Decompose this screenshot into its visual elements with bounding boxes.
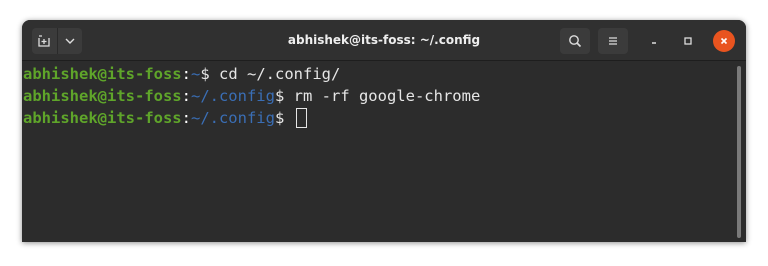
terminal-output[interactable]: abhishek@its-foss:~$ cd ~/.config/ abhis… [22,61,746,242]
text-cursor [295,108,307,128]
hamburger-menu-icon [609,37,617,45]
scrollbar[interactable] [737,66,741,238]
prompt-path: ~/.config [190,109,275,127]
prompt-user: abhishek@its-foss [23,65,182,83]
close-icon [720,37,728,45]
prompt-dollar: $ [200,65,219,83]
prompt-user: abhishek@its-foss [23,109,182,127]
menu-button[interactable] [598,28,628,54]
close-button[interactable] [713,30,735,52]
minimize-icon [652,42,656,44]
terminal-line: abhishek@its-foss:~$ cd ~/.config/ [23,63,746,85]
prompt-path: ~/.config [190,87,275,105]
prompt-dollar: $ [274,109,294,127]
prompt-user: abhishek@its-foss [23,87,182,105]
search-button[interactable] [560,28,590,54]
window-title: abhishek@its-foss: ~/.config [287,33,481,47]
prompt-colon: : [181,65,191,83]
prompt-colon: : [181,87,191,105]
maximize-icon [684,37,692,45]
terminal-line: abhishek@its-foss:~/.config$ rm -rf goog… [23,85,746,107]
prompt-dollar: $ [274,87,294,105]
title-bar: abhishek@its-foss: ~/.config [22,20,746,61]
command-text: cd ~/.config/ [219,65,341,83]
prompt-colon: : [181,109,191,127]
terminal-line: abhishek@its-foss:~/.config$ [23,107,746,129]
terminal-window: abhishek@its-foss: ~/.config abhishek@it… [22,20,746,242]
search-icon [569,35,582,48]
maximize-button[interactable] [677,30,699,52]
command-text: rm -rf google-chrome [293,87,481,105]
prompt-path: ~ [190,65,201,83]
minimize-button[interactable] [643,30,665,52]
